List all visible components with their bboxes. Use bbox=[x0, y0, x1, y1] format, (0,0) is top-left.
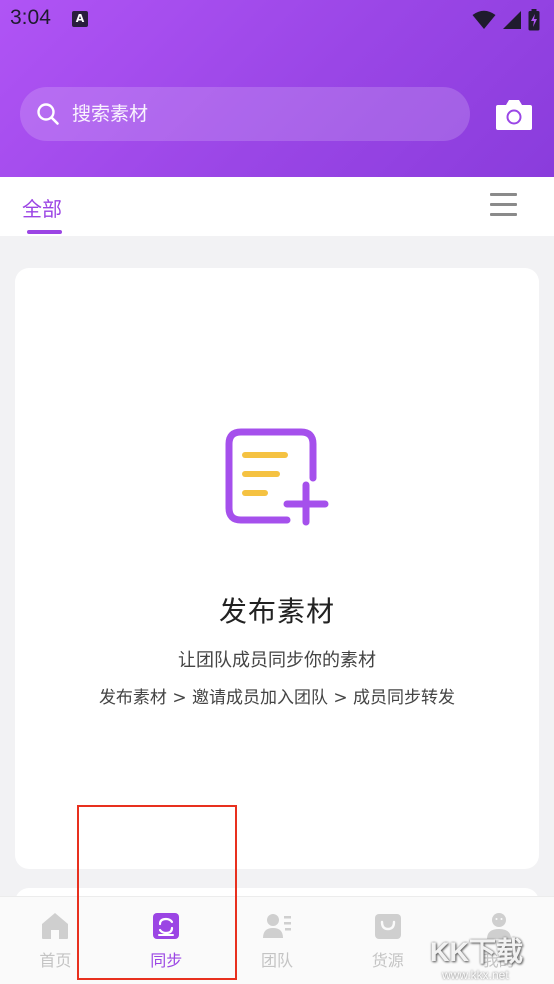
nav-label-mine: 我的 bbox=[482, 951, 515, 970]
search-icon bbox=[37, 103, 59, 125]
shopping-bag-icon bbox=[374, 914, 401, 939]
nav-item-source[interactable]: 货源 bbox=[332, 897, 443, 984]
search-bar[interactable] bbox=[20, 87, 470, 141]
search-input[interactable] bbox=[72, 103, 432, 125]
category-tabs: 全部 bbox=[0, 177, 554, 236]
publish-document-icon bbox=[225, 428, 329, 526]
bottom-navigation: 首页 同步 团队 货源 我的 bbox=[0, 896, 554, 984]
nav-label-source: 货源 bbox=[371, 951, 404, 970]
nav-label-home: 首页 bbox=[39, 951, 72, 970]
camera-icon[interactable] bbox=[495, 97, 533, 131]
nav-item-home[interactable]: 首页 bbox=[0, 897, 111, 984]
home-icon bbox=[42, 913, 69, 939]
nav-label-sync: 同步 bbox=[150, 951, 183, 970]
publish-material-card[interactable]: 发布素材 让团队成员同步你的素材 发布素材 > 邀请成员加入团队 > 成员同步转… bbox=[15, 268, 539, 869]
card-subtitle: 让团队成员同步你的素材 bbox=[178, 650, 376, 671]
card-title: 发布素材 bbox=[218, 595, 335, 628]
card-steps: 发布素材 > 邀请成员加入团队 > 成员同步转发 bbox=[98, 688, 456, 708]
status-indicators bbox=[472, 9, 540, 31]
status-bar: 3:04 A bbox=[0, 0, 554, 40]
nav-item-team[interactable]: 团队 bbox=[222, 897, 333, 984]
profile-icon bbox=[486, 913, 511, 939]
nav-item-mine[interactable]: 我的 bbox=[443, 897, 554, 984]
wifi-icon bbox=[472, 10, 496, 29]
tab-all[interactable]: 全部 bbox=[22, 193, 62, 222]
nav-item-sync[interactable]: 同步 bbox=[111, 897, 222, 984]
status-time: 3:04 bbox=[10, 6, 51, 29]
menu-icon[interactable] bbox=[490, 193, 520, 219]
sync-icon bbox=[153, 913, 180, 939]
battery-icon bbox=[528, 9, 540, 31]
nav-label-team: 团队 bbox=[260, 951, 293, 970]
team-icon bbox=[262, 914, 291, 938]
signal-icon bbox=[503, 11, 521, 29]
tab-active-indicator bbox=[27, 230, 62, 234]
notification-app-icon: A bbox=[72, 11, 88, 27]
